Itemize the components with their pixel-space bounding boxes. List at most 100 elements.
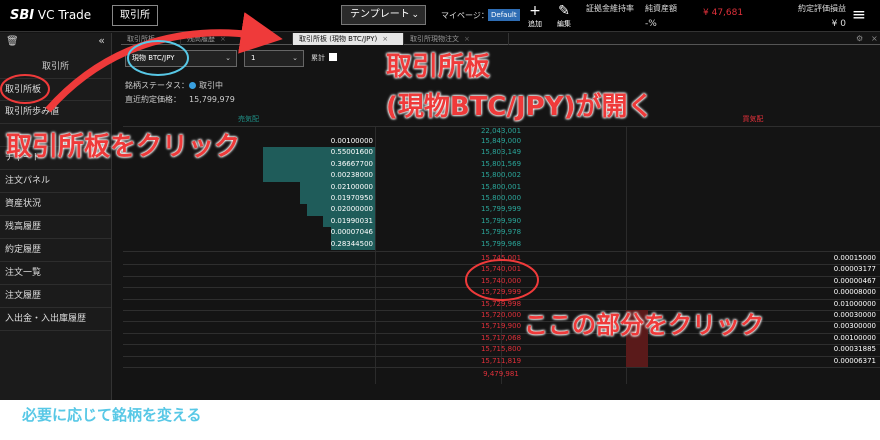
ask-qty[interactable]: 0.00007046 <box>331 227 373 238</box>
stat-margin-ratio: 証拠金維持率 <box>586 3 634 19</box>
stat-value: ¥ 0 <box>831 19 846 29</box>
bid-qty[interactable]: 0.00003177 <box>834 264 876 275</box>
sidebar-item-balance-history[interactable]: 残高履歴 <box>0 216 111 239</box>
hamburger-menu-icon[interactable]: ≡ <box>852 7 866 24</box>
ask-qty[interactable]: 0.01990031 <box>331 216 373 227</box>
close-icon[interactable]: × <box>464 35 470 43</box>
sidebar-item-execution-history[interactable]: 約定履歴 <box>0 239 111 262</box>
ask-price[interactable]: 15,799,968 <box>441 239 561 250</box>
cumulative-checkbox[interactable] <box>329 53 337 61</box>
sell-quotes-header: 売気配 <box>238 115 259 123</box>
collapse-sidebar-icon[interactable]: « <box>98 34 105 47</box>
sidebar-item-order-panel[interactable]: 注文パネル <box>0 170 111 193</box>
ask-price[interactable]: 15,849,000 <box>441 136 561 147</box>
ask-price[interactable]: 15,803,149 <box>441 147 561 158</box>
sidebar-controls: 🗑 « <box>0 33 111 50</box>
bid-qty[interactable]: 0.00015000 <box>834 253 876 264</box>
sidebar-item-trade-history[interactable]: 取引所歩み値 <box>0 101 111 124</box>
bid-price[interactable]: 15,745,001 <box>441 253 561 264</box>
stat-label: 純資産額 <box>645 4 677 13</box>
sbi-vc-trade-logo[interactable]: SBI VC Trade <box>10 8 91 23</box>
ask-price[interactable]: 15,800,000 <box>441 193 561 204</box>
annotation-click-board: 取引所板をクリック <box>6 132 241 162</box>
close-icon[interactable]: × <box>382 35 388 43</box>
row-divider <box>123 251 880 252</box>
add-button[interactable]: + 追加 <box>524 3 546 29</box>
ask-qty[interactable]: 0.02100000 <box>331 182 373 193</box>
chevron-down-icon: ⌄ <box>292 54 298 62</box>
bid-price[interactable]: 15,740,001 <box>441 264 561 275</box>
logo-sub: VC Trade <box>34 8 92 22</box>
tab-order-book-btc-jpy[interactable]: 取引所板 (現物 BTC/JPY) × <box>293 33 404 45</box>
bid-qty[interactable]: 0.00006371 <box>834 356 876 367</box>
buy-quotes-header: 買気配 <box>742 115 764 123</box>
last-price-value: 15,799,979 <box>189 95 235 104</box>
price-step-select[interactable]: 1 ⌄ <box>244 50 304 67</box>
sidebar-item-deposit-history[interactable]: 入出金・入出庫履歴 <box>0 308 111 331</box>
ask-price[interactable]: 15,799,990 <box>441 216 561 227</box>
bid-price[interactable]: 15,715,800 <box>441 344 561 355</box>
annotation-click-here: ここの部分をクリック <box>524 311 764 339</box>
cumulative-toggle[interactable]: 累計 <box>311 53 337 63</box>
edit-label: 編集 <box>557 20 571 28</box>
bid-price[interactable]: 15,740,000 <box>441 276 561 287</box>
tab-balance-history[interactable]: 残高履歴 × <box>181 33 293 45</box>
tab-label: 取引所板 <box>127 35 155 43</box>
logo-main: SBI <box>10 8 35 23</box>
sidebar-item-assets[interactable]: 資産状況 <box>0 193 111 216</box>
sidebar-title: 取引所 <box>41 62 69 72</box>
add-label: 追加 <box>528 20 542 28</box>
ask-qty[interactable]: 0.02000000 <box>331 204 373 215</box>
status-label: 銘柄ステータス： <box>125 81 189 90</box>
bid-qty[interactable]: 0.00030000 <box>834 310 876 321</box>
bid-depth-bar <box>626 344 648 356</box>
ask-qty[interactable]: 0.36667700 <box>331 159 373 170</box>
sidebar-item-order-book[interactable]: 取引所板 <box>0 78 111 101</box>
sidebar-item-order-history[interactable]: 注文履歴 <box>0 285 111 308</box>
close-icon[interactable]: × <box>220 35 226 43</box>
ask-qty[interactable]: 0.00100000 <box>331 136 373 147</box>
edit-button[interactable]: ✎ 編集 <box>553 3 575 29</box>
annotation-opens-line1: 取引所板 <box>386 52 491 82</box>
template-dropdown[interactable]: テンプレート ⌄ <box>341 5 426 25</box>
column-divider <box>375 126 376 384</box>
edit-icon: ✎ <box>558 3 570 19</box>
bid-qty[interactable]: 0.01000000 <box>834 299 876 310</box>
sidebar-item-order-list[interactable]: 注文一覧 <box>0 262 111 285</box>
cumulative-label: 累計 <box>311 54 325 62</box>
bottom-price[interactable]: 9,479,981 <box>441 369 561 380</box>
ask-price[interactable]: 15,801,569 <box>441 159 561 170</box>
annotation-change-pair: 必要に応じて銘柄を変える <box>22 406 202 424</box>
bid-qty[interactable]: 0.00008000 <box>834 287 876 298</box>
exchange-button[interactable]: 取引所 <box>112 5 158 26</box>
trash-icon[interactable]: 🗑 <box>6 36 19 47</box>
tab-spot-order[interactable]: 取引所現物注文 × <box>404 33 509 45</box>
step-value: 1 <box>251 54 256 62</box>
settings-icon[interactable]: ⚙ <box>856 33 863 45</box>
pair-select[interactable]: 現物 BTC/JPY ⌄ <box>125 50 237 67</box>
plus-icon: + <box>529 3 541 19</box>
bid-qty[interactable]: 0.00100000 <box>834 333 876 344</box>
row-divider <box>123 367 880 368</box>
stat-value: ¥ 47,681 <box>703 8 744 18</box>
bid-depth-bar <box>626 355 648 367</box>
default-badge[interactable]: Default <box>488 9 520 21</box>
bid-qty[interactable]: 0.00300000 <box>834 321 876 332</box>
ask-price[interactable]: 15,799,999 <box>441 204 561 215</box>
bid-qty[interactable]: 0.00000467 <box>834 276 876 287</box>
ask-qty[interactable]: 0.00238000 <box>331 170 373 181</box>
ask-qty[interactable]: 0.55001600 <box>331 147 373 158</box>
ask-qty[interactable]: 0.28344500 <box>331 239 373 250</box>
close-icon[interactable]: × <box>160 35 166 43</box>
bid-price[interactable]: 15,729,999 <box>441 287 561 298</box>
ask-price[interactable]: 15,800,001 <box>441 182 561 193</box>
stat-value: -% <box>645 19 657 29</box>
close-panel-icon[interactable]: × <box>871 33 878 45</box>
ask-price[interactable]: 15,799,978 <box>441 227 561 238</box>
chevron-down-icon: ⌄ <box>411 10 419 20</box>
bid-price[interactable]: 15,711,819 <box>441 356 561 367</box>
ask-qty[interactable]: 0.01970950 <box>331 193 373 204</box>
ask-price[interactable]: 15,800,002 <box>441 170 561 181</box>
tab-order-book[interactable]: 取引所板 × <box>121 33 181 45</box>
bid-qty[interactable]: 0.00031885 <box>834 344 876 355</box>
